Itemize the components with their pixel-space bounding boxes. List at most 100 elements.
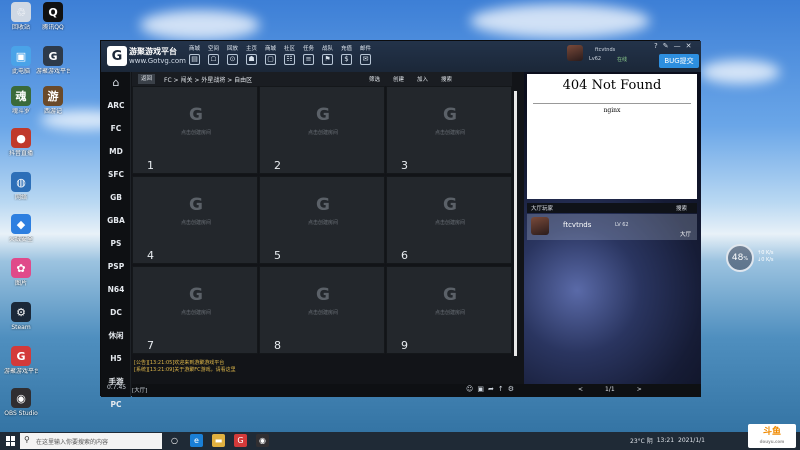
nav-item[interactable]: 空间 ☖ <box>204 44 223 65</box>
explorer-icon[interactable]: ▬ <box>212 434 225 447</box>
desktop-icon[interactable]: ◍ 网络 <box>4 172 38 212</box>
room-slot[interactable]: G 点击创建房间 7 <box>132 266 258 354</box>
nav-item[interactable]: 商城 ▤ <box>185 44 204 65</box>
sidebar-item-psp[interactable]: PSP <box>101 255 131 278</box>
prev-page-button[interactable]: < <box>578 386 583 393</box>
chat-channel[interactable]: [大厅] <box>132 386 147 394</box>
desktop-icon[interactable]: 游西游记 <box>36 86 70 126</box>
date-label[interactable]: 2021/1/1 <box>678 437 705 444</box>
lobby-search-button[interactable]: 搜索 <box>676 204 687 212</box>
user-status[interactable]: 在线 <box>617 56 627 63</box>
nav-item[interactable]: 充值 $ <box>337 44 356 65</box>
desktop-icon[interactable]: G 游聚游戏平台 <box>36 46 70 86</box>
edge-icon[interactable]: e <box>190 434 203 447</box>
upload-speed: ↑0 K/s <box>757 250 774 256</box>
home-icon[interactable]: ⌂ <box>101 72 131 94</box>
desktop-icon[interactable]: 魂魂斗罗 <box>4 86 38 126</box>
nav-item[interactable]: 社区 ☷ <box>280 44 299 65</box>
gotvg-logo-icon: G <box>316 105 330 125</box>
widget-value: 48 <box>731 253 744 263</box>
player-row[interactable]: ftcvtnds LV 62 大厅 <box>527 214 697 240</box>
room-slot[interactable]: G 点击创建房间 2 <box>259 86 385 174</box>
task-view-icon[interactable]: ○ <box>168 434 181 447</box>
create-button[interactable]: 创建 <box>393 75 404 83</box>
desktop-icon[interactable]: ▣ 此电脑 <box>4 46 38 86</box>
room-slot[interactable]: G 点击创建房间 6 <box>386 176 512 264</box>
nav-label: 回放 <box>226 46 238 52</box>
sidebar-item-gb[interactable]: GB <box>101 186 131 209</box>
sidebar-item-ps[interactable]: PS <box>101 232 131 255</box>
page-indicator: 1/1 <box>605 386 615 393</box>
desktop-icon[interactable]: Q 腾讯QQ <box>36 2 70 42</box>
search-button[interactable]: 搜索 <box>441 75 452 83</box>
room-slot[interactable]: G 点击创建房间 4 <box>132 176 258 264</box>
home-icon: ☗ <box>246 54 257 65</box>
sidebar-item-gba[interactable]: GBA <box>101 209 131 232</box>
emoji-icon[interactable]: ☺ <box>466 385 473 393</box>
room-slot[interactable]: G 点击创建房间 8 <box>259 266 385 354</box>
nav-item[interactable]: 商城 ▢ <box>261 44 280 65</box>
send-icon[interactable]: ➦ <box>488 385 494 393</box>
join-button[interactable]: 加入 <box>417 75 428 83</box>
desktop-icon[interactable]: G 游聚游戏平台 <box>4 346 38 386</box>
nav-item[interactable]: 主页 ☗ <box>242 44 261 65</box>
close-icon[interactable]: ✕ <box>686 42 692 50</box>
desktop-app-icon: G <box>11 346 31 366</box>
back-button[interactable]: 返回 <box>138 74 155 84</box>
sidebar-item-sfc[interactable]: SFC <box>101 163 131 186</box>
desktop-icon[interactable]: ♲ 回收站 <box>4 2 38 42</box>
desktop-icon[interactable]: ◆ 火绒安全 <box>4 214 38 254</box>
room-slot[interactable]: G 点击创建房间 5 <box>259 176 385 264</box>
nav-item[interactable]: 邮件 ✉ <box>356 44 375 65</box>
desktop-icon[interactable]: ⚙ Steam <box>4 302 38 342</box>
sidebar-item-md[interactable]: MD <box>101 140 131 163</box>
divider <box>533 103 691 104</box>
widget-speeds: ↑0 K/s ↓0 K/s <box>757 250 774 264</box>
room-slot[interactable]: G 点击创建房间 3 <box>386 86 512 174</box>
chat-line: [公告][13:21:05]欢迎来到游聚游戏平台 <box>134 360 225 366</box>
next-page-button[interactable]: > <box>637 386 642 393</box>
avatar[interactable] <box>567 45 583 61</box>
chat-line: [系统][13:21:09]关于游聚FC游戏，请看这里 <box>134 367 236 373</box>
sidebar-item-dc[interactable]: DC <box>101 301 131 324</box>
desktop-icon-label: 火绒安全 <box>8 236 33 243</box>
filter-button[interactable]: 筛选 <box>369 75 380 83</box>
space-icon: ☖ <box>208 54 219 65</box>
sidebar-item-n64[interactable]: N64 <box>101 278 131 301</box>
image-icon[interactable]: ▣ <box>477 385 484 393</box>
room-slot[interactable]: G 点击创建房间 9 <box>386 266 512 354</box>
bug-report-button[interactable]: BUG提交 <box>659 54 699 68</box>
room-grid: G 点击创建房间 1 G 点击创建房间 2 G 点击创建房间 3 G 点击创建房间 4 G 点击创建房间 5… <box>132 86 512 356</box>
gotvg-icon[interactable]: G <box>234 434 247 447</box>
search-input[interactable]: ⚲ 在这里输入你要搜索的内容 <box>20 433 162 449</box>
room-slot[interactable]: G 点击创建房间 1 <box>132 86 258 174</box>
nav-item[interactable]: 战队 ⚑ <box>318 44 337 65</box>
time-label[interactable]: 13:21 <box>657 437 674 444</box>
arrow-up-icon[interactable]: ↑ <box>498 385 504 393</box>
help-icon[interactable]: ? <box>654 42 658 50</box>
nav-item[interactable]: 回放 ⊙ <box>223 44 242 65</box>
platform-sidebar: ⌂ ARC FC MD SFC GB GBA PS PSP N64 DC 休闲 H5 手游 PC 0.7.… <box>101 72 131 409</box>
obs-icon[interactable]: ◉ <box>256 434 269 447</box>
user-name: ftcvtnds <box>595 47 616 53</box>
desktop-icon[interactable]: ● 抖音直播 <box>4 128 38 168</box>
sidebar-item-休闲[interactable]: 休闲 <box>101 324 131 347</box>
skin-icon[interactable]: ✎ <box>663 42 669 50</box>
sidebar-item-h5[interactable]: H5 <box>101 347 131 370</box>
room-hint: 点击创建房间 <box>434 220 465 226</box>
settings-icon[interactable]: ⚙ <box>508 385 514 393</box>
desktop-icon[interactable]: ◉ OBS Studio <box>4 388 38 428</box>
gotvg-logo-icon: G <box>316 195 330 215</box>
sidebar-item-arc[interactable]: ARC <box>101 94 131 117</box>
nav-item[interactable]: 任务 ≡ <box>299 44 318 65</box>
sidebar-item-fc[interactable]: FC <box>101 117 131 140</box>
gotvg-logo-icon: G <box>189 195 203 215</box>
network-widget[interactable]: 48% <box>726 244 754 272</box>
room-grid-scrollbar[interactable] <box>514 91 517 356</box>
sidebar-item-pc[interactable]: PC <box>101 393 131 416</box>
desktop-icon-label: 魂斗罗 <box>11 108 30 115</box>
desktop-icon[interactable]: ✿ 图片 <box>4 258 38 298</box>
minimize-icon[interactable]: — <box>674 42 681 50</box>
windows-start-icon[interactable] <box>6 436 16 446</box>
weather-label[interactable]: 23°C 阴 <box>630 436 653 445</box>
